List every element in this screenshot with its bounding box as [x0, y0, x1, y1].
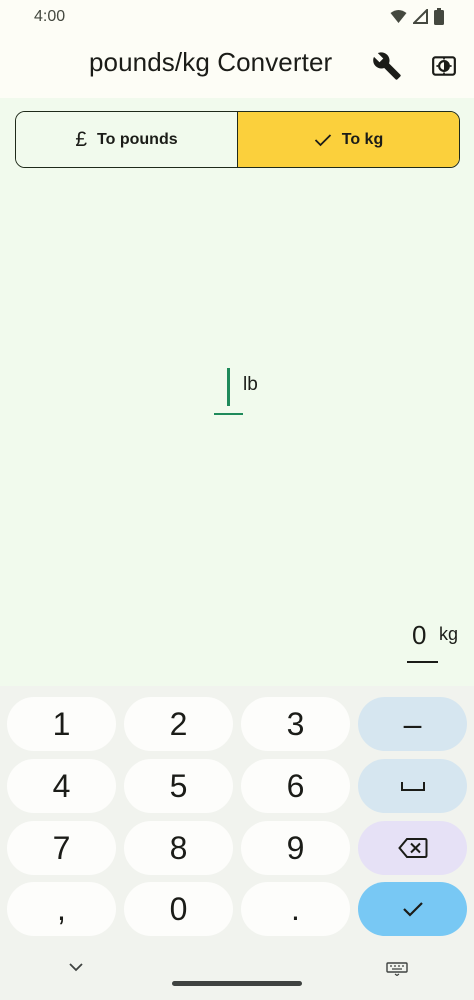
- keyboard-icon[interactable]: [386, 962, 408, 976]
- pound-sign-icon: £: [75, 127, 88, 151]
- key-8[interactable]: 8: [124, 821, 233, 875]
- key-space[interactable]: [358, 759, 467, 813]
- backspace-icon: [397, 838, 427, 858]
- check-icon: [314, 133, 331, 146]
- key-period[interactable]: .: [241, 882, 350, 936]
- navigation-bar: [0, 948, 474, 1000]
- conversion-mode-toggle: £ To pounds To kg: [15, 111, 460, 168]
- input-unit: lb: [243, 374, 258, 395]
- chevron-down-icon[interactable]: [66, 960, 86, 974]
- key-7[interactable]: 7: [7, 821, 116, 875]
- result-underline: [407, 661, 438, 663]
- home-indicator[interactable]: [172, 981, 302, 986]
- battery-icon: [434, 8, 444, 25]
- result-value: 0: [412, 620, 427, 650]
- wrench-icon: [373, 52, 401, 80]
- key-minus[interactable]: –: [358, 697, 467, 751]
- key-9[interactable]: 9: [241, 821, 350, 875]
- key-2[interactable]: 2: [124, 697, 233, 751]
- wifi-icon: [390, 10, 407, 23]
- check-icon: [402, 902, 423, 917]
- key-done[interactable]: [358, 882, 467, 936]
- input-underline: [214, 413, 243, 415]
- theme-button[interactable]: [422, 44, 466, 88]
- key-6[interactable]: 6: [241, 759, 350, 813]
- screen: 4:00 pounds/kg Converter £ To pounds To …: [0, 0, 474, 1000]
- to-pounds-label: To pounds: [97, 130, 178, 148]
- space-icon: [400, 782, 425, 791]
- pounds-input-field[interactable]: lb: [214, 366, 274, 418]
- page-title: pounds/kg Converter: [89, 47, 333, 77]
- status-bar: 4:00: [0, 0, 474, 34]
- cellular-icon: [413, 9, 428, 24]
- key-1[interactable]: 1: [7, 697, 116, 751]
- key-3[interactable]: 3: [241, 697, 350, 751]
- result-unit: kg: [439, 624, 459, 644]
- key-4[interactable]: 4: [7, 759, 116, 813]
- app-bar: pounds/kg Converter: [0, 34, 474, 98]
- status-time: 4:00: [34, 8, 66, 25]
- key-0[interactable]: 0: [124, 882, 233, 936]
- to-pounds-segment[interactable]: £ To pounds: [16, 112, 238, 167]
- brightness-icon: [432, 56, 456, 76]
- status-icons: [390, 8, 444, 25]
- settings-button[interactable]: [365, 44, 409, 88]
- key-backspace[interactable]: [358, 821, 467, 875]
- text-cursor: [227, 368, 230, 406]
- to-kg-label: To kg: [341, 130, 384, 148]
- to-kg-segment[interactable]: To kg: [238, 112, 459, 167]
- key-5[interactable]: 5: [124, 759, 233, 813]
- key-comma[interactable]: ,: [7, 882, 116, 936]
